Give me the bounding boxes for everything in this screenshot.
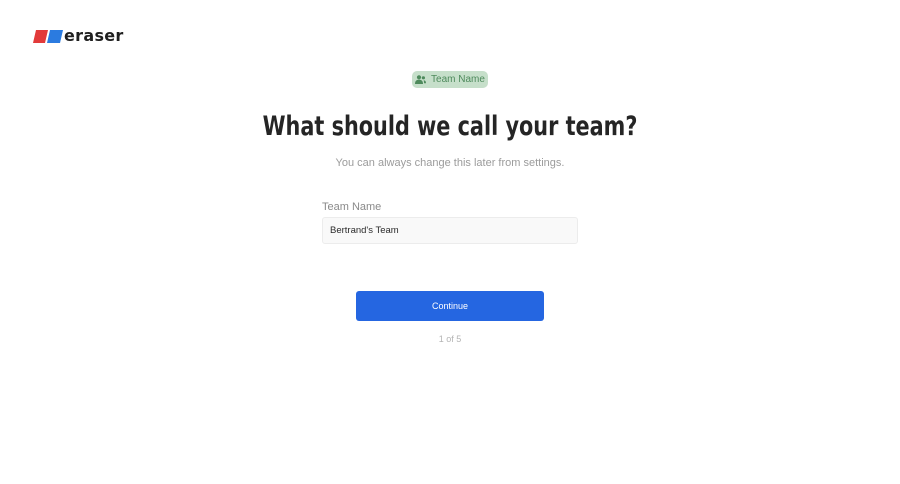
team-name-input[interactable] — [322, 217, 578, 244]
step-badge-label: Team Name — [431, 74, 485, 85]
team-name-label: Team Name — [322, 201, 382, 213]
page-title: What should we call your team? — [262, 111, 638, 142]
logo-wordmark: eraser — [64, 26, 124, 45]
eraser-logo[interactable]: eraser — [33, 27, 124, 45]
step-counter: 1 of 5 — [438, 334, 462, 344]
onboarding-page: eraser Team Name What should we call you… — [0, 0, 900, 484]
page-subtitle: You can always change this later from se… — [335, 157, 565, 169]
continue-button[interactable]: Continue — [356, 291, 544, 321]
user-group-icon — [415, 75, 427, 84]
step-badge: Team Name — [412, 71, 488, 88]
eraser-logo-mark-icon — [33, 29, 63, 43]
